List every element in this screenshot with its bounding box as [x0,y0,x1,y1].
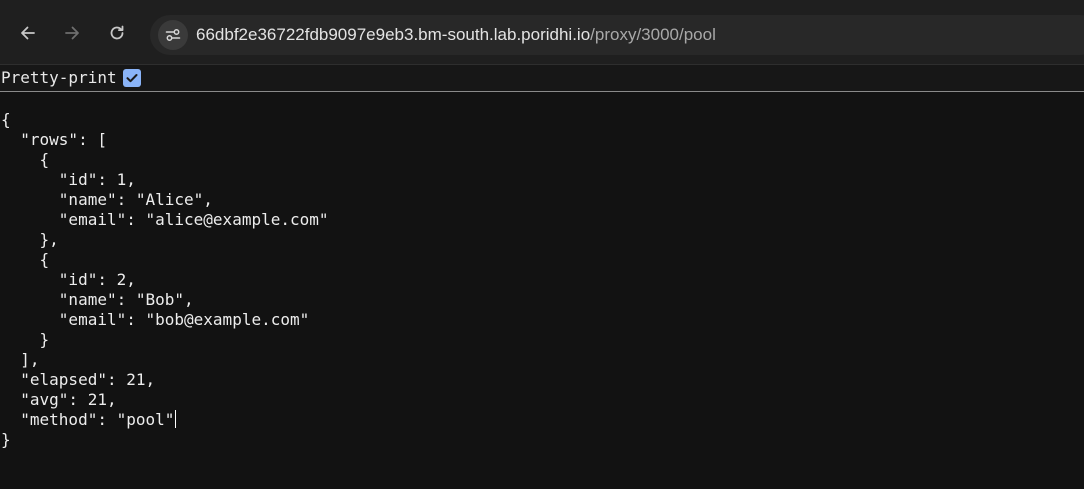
pretty-print-checkbox[interactable] [123,69,141,87]
pretty-print-label[interactable]: Pretty-print [1,68,117,88]
back-button[interactable] [12,17,44,49]
arrow-right-icon [65,26,79,40]
url-host: 66dbf2e36722fdb9097e9eb3.bm-south.lab.po… [196,25,591,44]
pretty-print-divider [0,91,1084,92]
checkmark-icon [126,74,138,83]
site-info-button[interactable] [158,20,188,50]
forward-button[interactable] [56,17,88,49]
reload-button[interactable] [101,17,133,49]
json-text: { "rows": [ { "id": 1, "name": "Alice", … [1,110,329,429]
url-path: /proxy/3000/pool [590,25,716,44]
url-text[interactable]: 66dbf2e36722fdb9097e9eb3.bm-south.lab.po… [196,15,716,55]
text-caret [175,410,177,428]
pretty-print-bar: Pretty-print [0,65,1084,91]
json-viewer: { "rows": [ { "id": 1, "name": "Alice", … [1,110,329,450]
json-closing-brace: } [1,430,11,449]
address-bar[interactable]: 66dbf2e36722fdb9097e9eb3.bm-south.lab.po… [150,15,1084,55]
tune-icon [165,29,181,41]
browser-toolbar: 66dbf2e36722fdb9097e9eb3.bm-south.lab.po… [0,0,1084,64]
reload-icon [110,25,124,40]
arrow-left-icon [21,26,35,40]
